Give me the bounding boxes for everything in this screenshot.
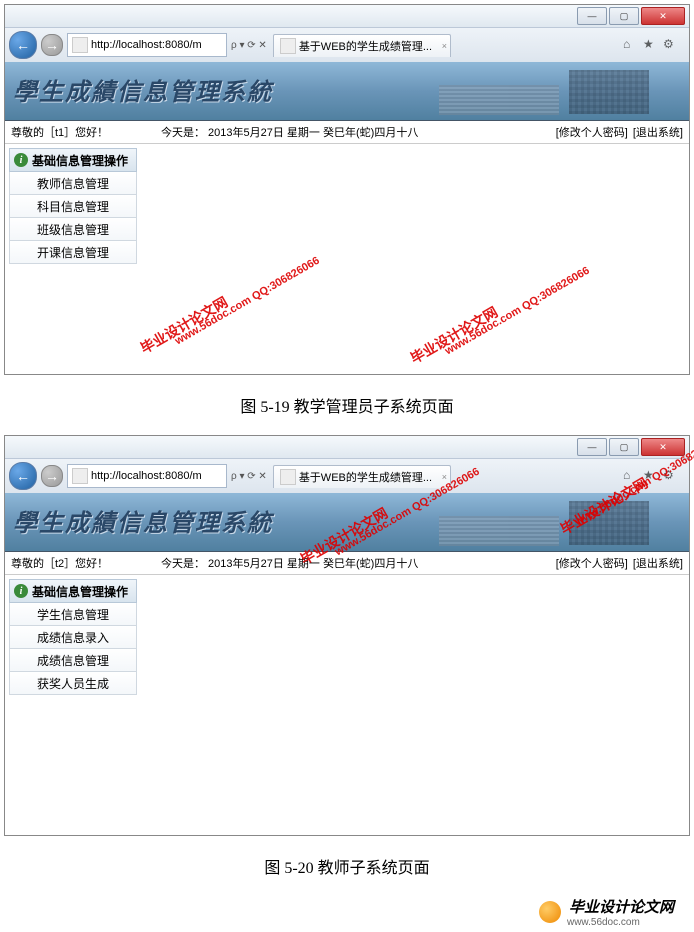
- content-area: i 基础信息管理操作 教师信息管理 科目信息管理 班级信息管理 开课信息管理: [5, 144, 689, 374]
- browser-navbar: ← → http://localhost:8080/m ρ ▾ ⟳ ✕ 基于WE…: [5, 28, 689, 62]
- site-icon: [72, 37, 88, 53]
- content-area: i 基础信息管理操作 学生信息管理 成绩信息录入 成绩信息管理 获奖人员生成: [5, 575, 689, 835]
- tab-close-icon[interactable]: ×: [442, 41, 447, 51]
- logo-icon: [539, 901, 561, 923]
- url-text: http://localhost:8080/m: [91, 39, 202, 51]
- info-icon: i: [14, 153, 28, 167]
- banner-decoration: [429, 501, 649, 545]
- menu-student-info[interactable]: 学生信息管理: [9, 603, 137, 626]
- browser-navbar: ← → http://localhost:8080/m ρ ▾ ⟳ ✕ 基于WE…: [5, 459, 689, 493]
- change-password-link[interactable]: [修改个人密码]: [556, 558, 628, 570]
- greeting-text: 尊敬的［t2］您好！: [11, 555, 161, 571]
- window-titlebar: — ▢ ✕: [5, 5, 689, 28]
- app-title: 學生成績信息管理系統: [13, 72, 273, 107]
- panel-title: 基础信息管理操作: [32, 583, 128, 600]
- menu-subject-info[interactable]: 科目信息管理: [9, 195, 137, 218]
- browser-tab[interactable]: 基于WEB的学生成绩管理... ×: [273, 465, 451, 488]
- menu-award-gen[interactable]: 获奖人员生成: [9, 672, 137, 695]
- forward-button[interactable]: →: [41, 34, 63, 56]
- menu-teacher-info[interactable]: 教师信息管理: [9, 172, 137, 195]
- main-panel: [141, 575, 689, 835]
- tab-close-icon[interactable]: ×: [442, 472, 447, 482]
- home-icon[interactable]: ⌂: [623, 37, 639, 53]
- menu-class-info[interactable]: 班级信息管理: [9, 218, 137, 241]
- info-bar: 尊敬的［t2］您好！ 今天是： 2013年5月27日 星期一 癸巳年(蛇)四月十…: [5, 552, 689, 575]
- tab-label: 基于WEB的学生成绩管理...: [299, 469, 432, 485]
- maximize-button[interactable]: ▢: [609, 438, 639, 456]
- info-icon: i: [14, 584, 28, 598]
- minimize-button[interactable]: —: [577, 438, 607, 456]
- back-button[interactable]: ←: [9, 462, 37, 490]
- site-icon: [72, 468, 88, 484]
- tab-favicon: [280, 38, 296, 54]
- address-bar[interactable]: http://localhost:8080/m: [67, 33, 227, 57]
- browser-chrome: — ▢ ✕ ← → http://localhost:8080/m ρ ▾ ⟳ …: [5, 436, 689, 835]
- tab-label: 基于WEB的学生成绩管理...: [299, 38, 432, 54]
- screenshot-1: — ▢ ✕ ← → http://localhost:8080/m ρ ▾ ⟳ …: [4, 4, 690, 375]
- favorite-icon[interactable]: ★: [643, 37, 659, 53]
- footer-logo: 毕业设计论文网 www.56doc.com: [0, 892, 694, 932]
- minimize-button[interactable]: —: [577, 7, 607, 25]
- back-button[interactable]: ←: [9, 31, 37, 59]
- maximize-button[interactable]: ▢: [609, 7, 639, 25]
- browser-chrome: — ▢ ✕ ← → http://localhost:8080/m ρ ▾ ⟳ …: [5, 5, 689, 374]
- date-text: 今天是： 2013年5月27日 星期一 癸巳年(蛇)四月十八: [161, 555, 554, 571]
- greeting-text: 尊敬的［t1］您好！: [11, 124, 161, 140]
- menu-course-info[interactable]: 开课信息管理: [9, 241, 137, 264]
- settings-icon[interactable]: ⚙: [663, 37, 679, 53]
- app-banner: 學生成績信息管理系統: [5, 493, 689, 552]
- date-text: 今天是： 2013年5月27日 星期一 癸巳年(蛇)四月十八: [161, 124, 554, 140]
- logo-text: 毕业设计论文网: [569, 896, 674, 917]
- sidebar: i 基础信息管理操作 学生信息管理 成绩信息录入 成绩信息管理 获奖人员生成: [5, 575, 141, 835]
- forward-button[interactable]: →: [41, 465, 63, 487]
- change-password-link[interactable]: [修改个人密码]: [556, 127, 628, 139]
- info-bar: 尊敬的［t1］您好！ 今天是： 2013年5月27日 星期一 癸巳年(蛇)四月十…: [5, 121, 689, 144]
- browser-tab[interactable]: 基于WEB的学生成绩管理... ×: [273, 34, 451, 57]
- close-button[interactable]: ✕: [641, 7, 685, 25]
- sidebar: i 基础信息管理操作 教师信息管理 科目信息管理 班级信息管理 开课信息管理: [5, 144, 141, 374]
- address-controls[interactable]: ρ ▾ ⟳ ✕: [231, 471, 267, 482]
- panel-header[interactable]: i 基础信息管理操作: [9, 579, 137, 603]
- figure-caption-1: 图 5-19 教学管理员子系统页面: [0, 379, 694, 431]
- logout-link[interactable]: [退出系统]: [633, 127, 683, 139]
- logout-link[interactable]: [退出系统]: [633, 558, 683, 570]
- tab-bar: 基于WEB的学生成绩管理... ×: [271, 464, 451, 488]
- favorite-icon[interactable]: ★: [643, 468, 659, 484]
- settings-icon[interactable]: ⚙: [663, 468, 679, 484]
- address-bar[interactable]: http://localhost:8080/m: [67, 464, 227, 488]
- figure-caption-2: 图 5-20 教师子系统页面: [0, 854, 694, 878]
- tab-bar: 基于WEB的学生成绩管理... ×: [271, 33, 451, 57]
- panel-title: 基础信息管理操作: [32, 152, 128, 169]
- browser-toolbar-right: ⌂ ★ ⚙: [623, 468, 685, 484]
- app-banner: 學生成績信息管理系統: [5, 62, 689, 121]
- main-panel: [141, 144, 689, 374]
- menu-grade-manage[interactable]: 成绩信息管理: [9, 649, 137, 672]
- browser-toolbar-right: ⌂ ★ ⚙: [623, 37, 685, 53]
- screenshot-2: — ▢ ✕ ← → http://localhost:8080/m ρ ▾ ⟳ …: [4, 435, 690, 836]
- app-title: 學生成績信息管理系統: [13, 503, 273, 538]
- url-text: http://localhost:8080/m: [91, 470, 202, 482]
- close-button[interactable]: ✕: [641, 438, 685, 456]
- tab-favicon: [280, 469, 296, 485]
- address-controls[interactable]: ρ ▾ ⟳ ✕: [231, 40, 267, 51]
- banner-decoration: [429, 70, 649, 114]
- window-titlebar: — ▢ ✕: [5, 436, 689, 459]
- menu-grade-input[interactable]: 成绩信息录入: [9, 626, 137, 649]
- panel-header[interactable]: i 基础信息管理操作: [9, 148, 137, 172]
- home-icon[interactable]: ⌂: [623, 468, 639, 484]
- logo-url: www.56doc.com: [567, 917, 674, 928]
